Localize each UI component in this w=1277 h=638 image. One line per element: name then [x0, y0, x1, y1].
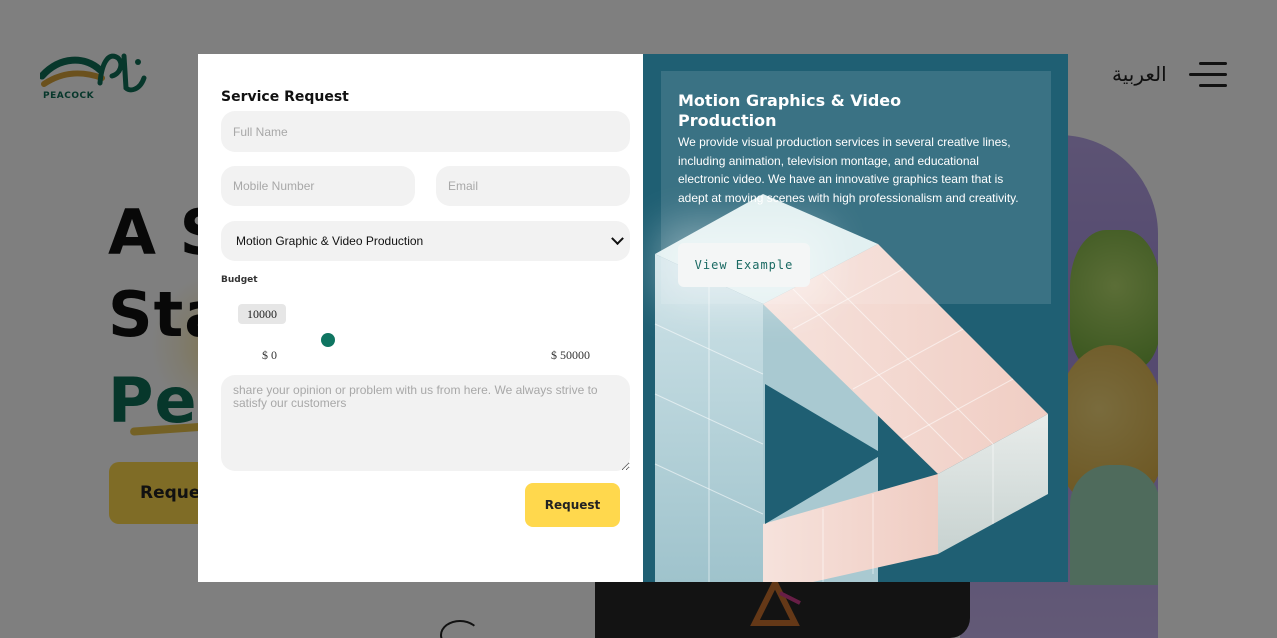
service-info-description: We provide visual production services in… — [678, 135, 1019, 206]
request-submit-button[interactable]: Request — [525, 483, 620, 527]
budget-slider-thumb[interactable] — [321, 333, 335, 347]
request-form-panel: Service Request Motion Graphic & Video P… — [198, 54, 643, 582]
service-info-panel: Motion Graphics & Video Production We pr… — [643, 54, 1068, 582]
service-info-title: Motion Graphics & Video Production — [678, 91, 902, 130]
message-textarea[interactable] — [221, 375, 630, 471]
budget-max-label: $ 50000 — [551, 348, 590, 362]
email-input[interactable] — [436, 166, 630, 206]
budget-label: Budget — [221, 275, 258, 285]
full-name-input[interactable] — [221, 111, 630, 152]
service-select[interactable]: Motion Graphic & Video Production — [221, 221, 630, 261]
budget-min-label: $ 0 — [262, 348, 277, 362]
view-example-button[interactable]: View Example — [678, 243, 810, 287]
chevron-down-icon — [611, 231, 624, 245]
mobile-number-input[interactable] — [221, 166, 415, 206]
service-info-card: Motion Graphics & Video Production We pr… — [661, 71, 1051, 304]
budget-slider-track[interactable] — [262, 339, 592, 341]
service-request-modal: Service Request Motion Graphic & Video P… — [198, 54, 1068, 582]
form-title: Service Request — [221, 89, 349, 105]
budget-value-bubble: 10000 — [238, 304, 286, 324]
service-select-value: Motion Graphic & Video Production — [236, 234, 424, 248]
